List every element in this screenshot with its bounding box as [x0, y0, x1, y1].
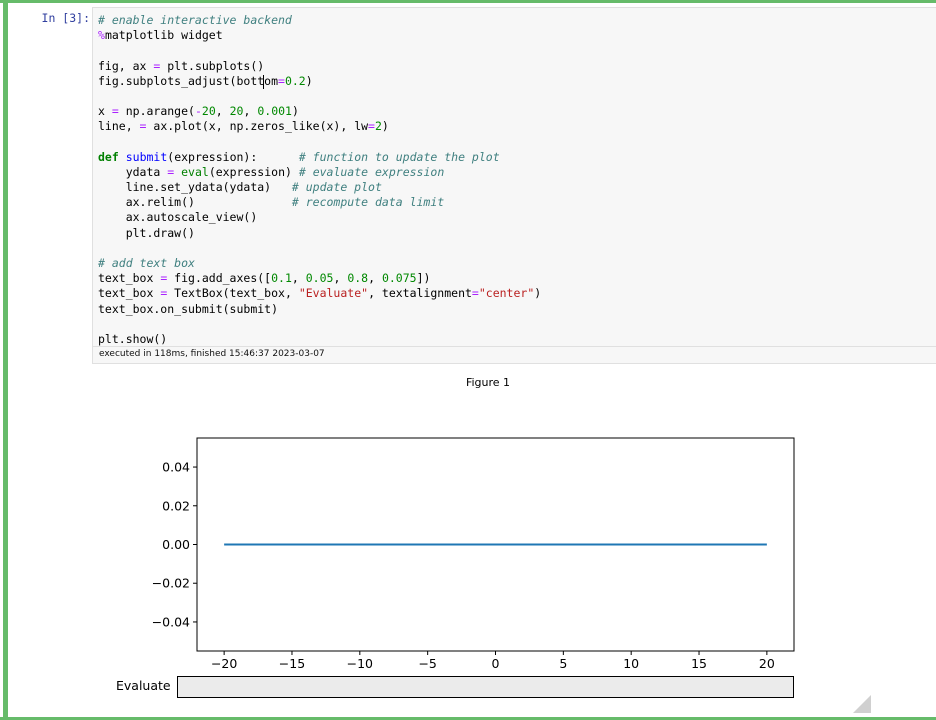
x-tick-label: 20 [759, 656, 775, 671]
y-tick-label: 0.04 [162, 460, 190, 475]
y-tick-label: −0.04 [152, 614, 190, 629]
x-tick-label: 0 [492, 656, 500, 671]
y-tick-label: −0.02 [152, 576, 190, 591]
x-tick-label: −10 [347, 656, 373, 671]
x-tick-label: −20 [211, 656, 237, 671]
textbox-label: Evaluate [116, 678, 171, 693]
x-tick-label: 15 [691, 656, 707, 671]
y-tick-label: 0.02 [162, 498, 190, 513]
x-tick-label: −5 [418, 656, 436, 671]
x-tick-label: 10 [623, 656, 639, 671]
resize-handle-icon[interactable] [853, 695, 871, 713]
figure-canvas[interactable]: −20 −15 −10 −5 0 5 10 15 20 0.04 0.02 0.00 −0.02 −0.0… [0, 0, 936, 720]
x-tick-label: 5 [559, 656, 567, 671]
evaluate-textbox[interactable] [177, 676, 794, 698]
x-tick-label: −15 [279, 656, 305, 671]
y-tick-label: 0.00 [162, 537, 190, 552]
